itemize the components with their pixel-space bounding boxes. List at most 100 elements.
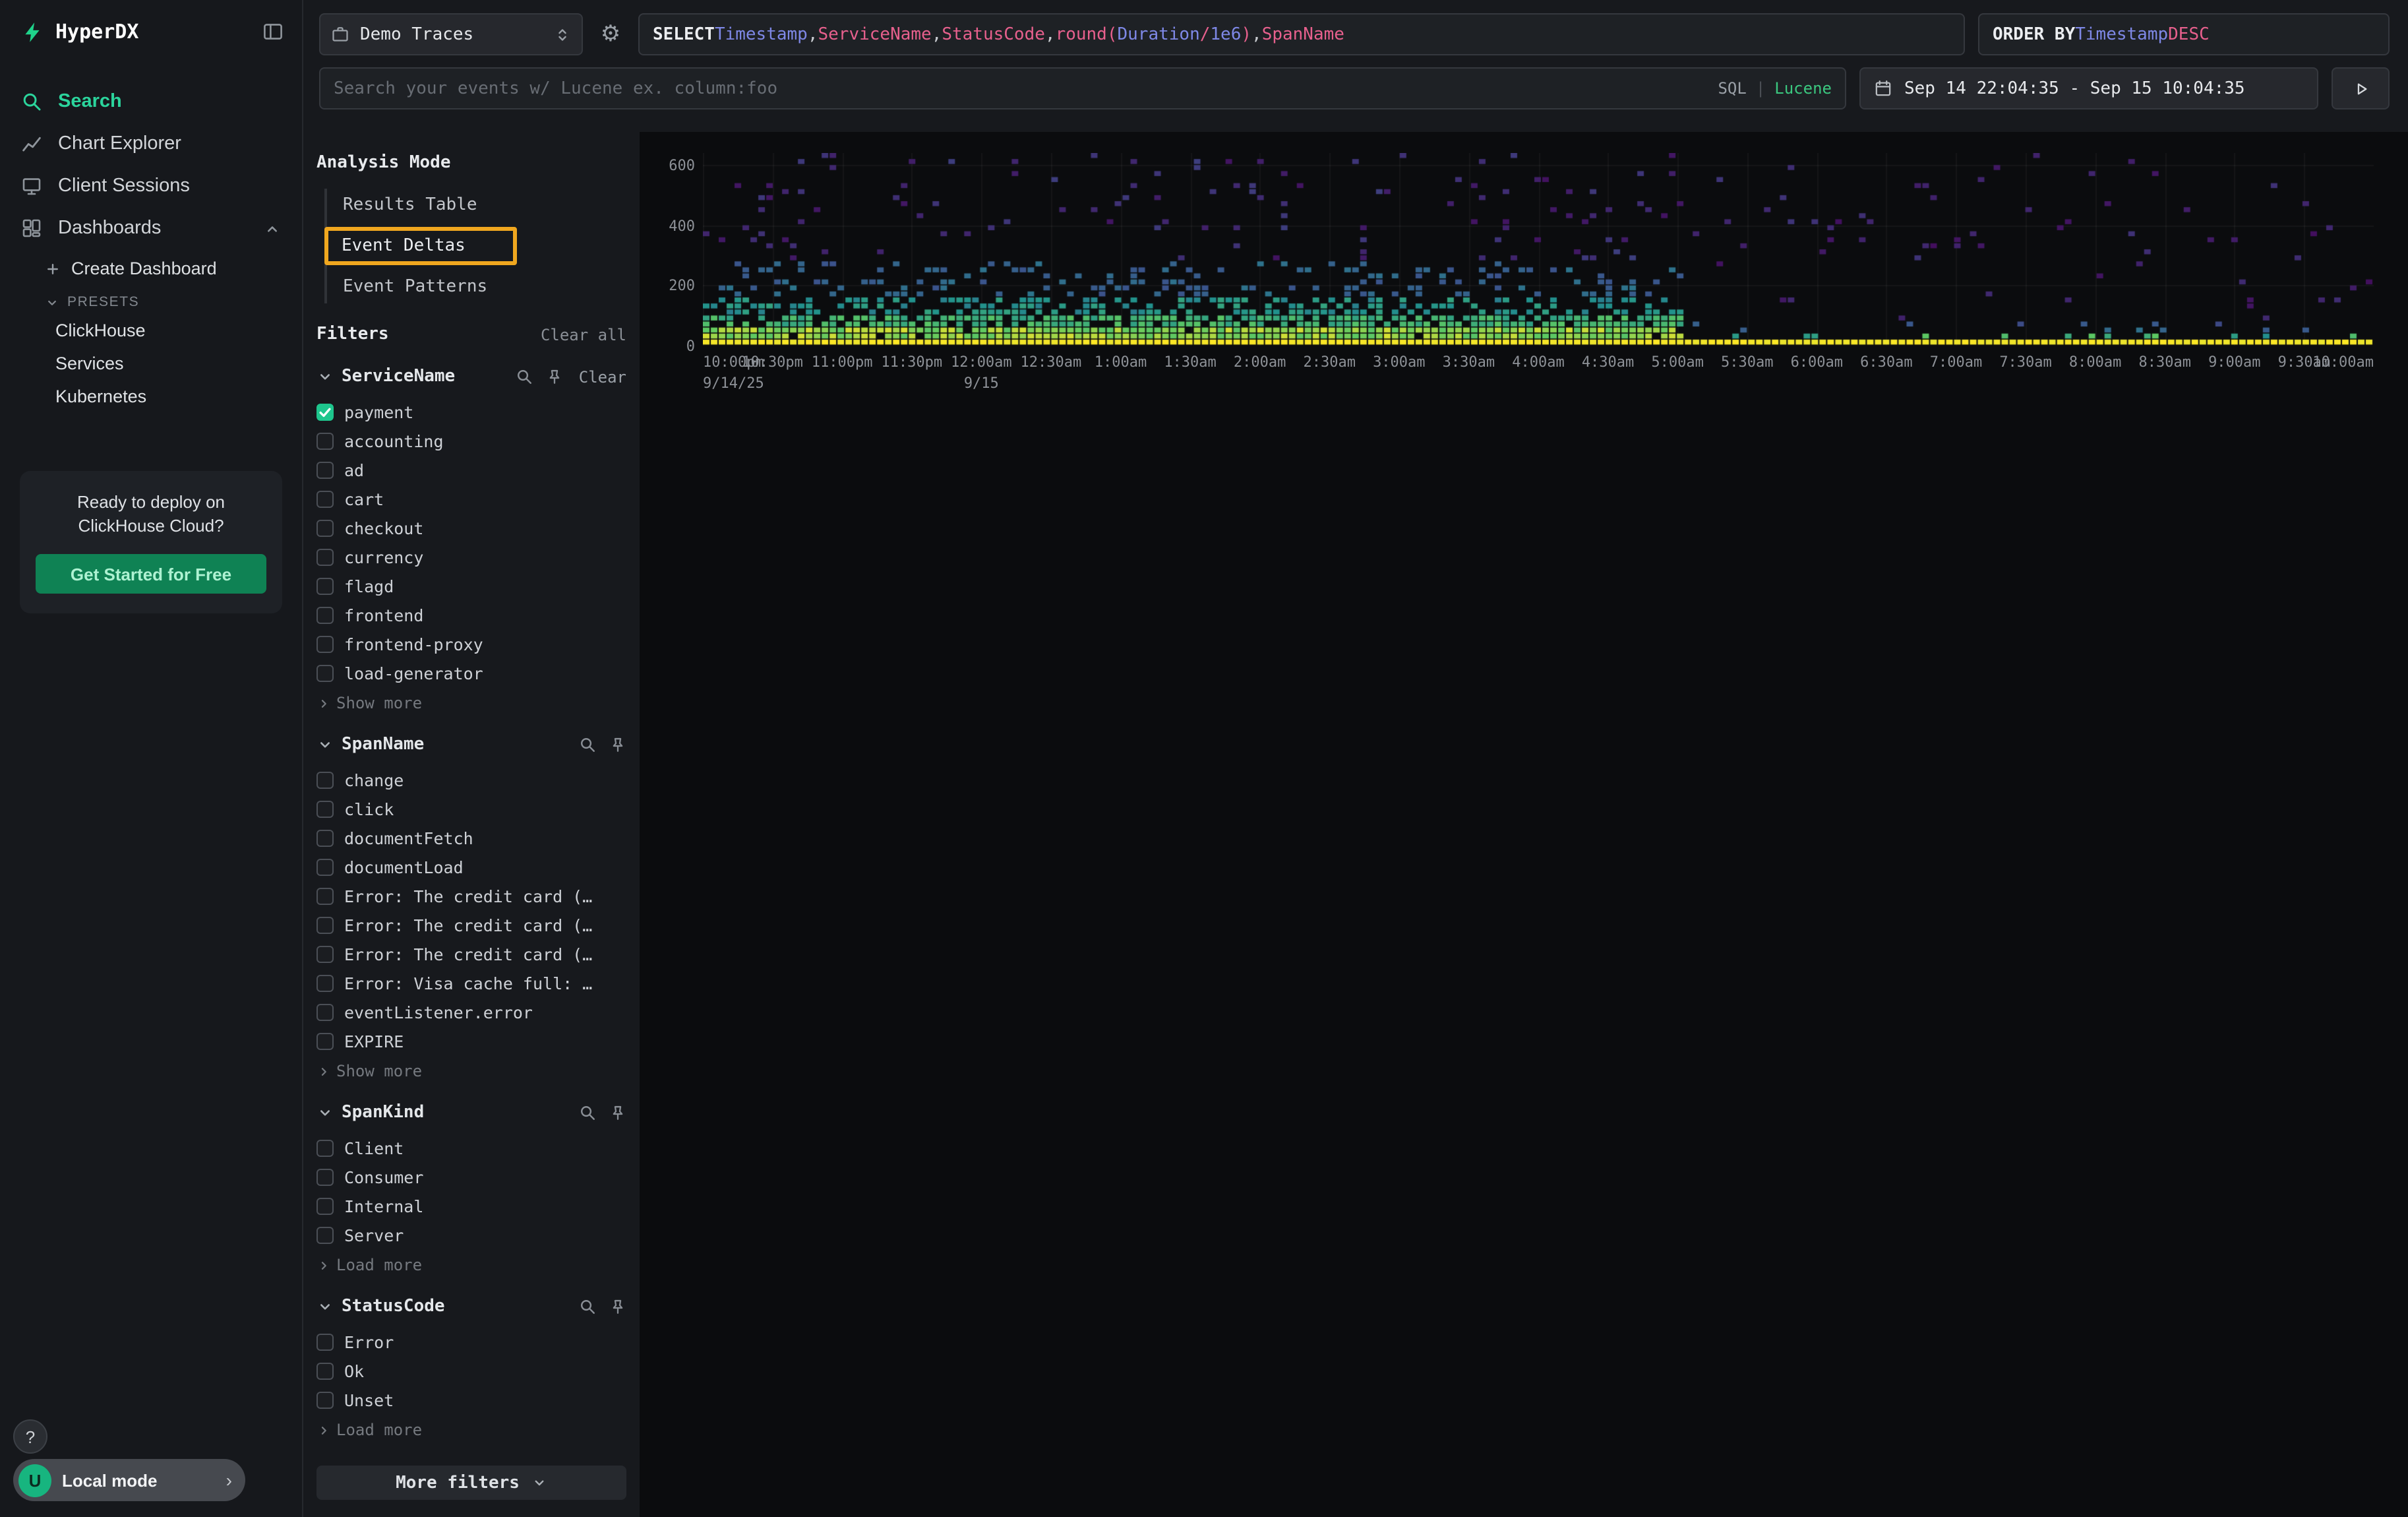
pin-icon[interactable] bbox=[609, 1104, 626, 1121]
analysis-mode-event-deltas[interactable]: Event Deltas bbox=[324, 227, 517, 265]
filter-group-header[interactable]: SpanKind bbox=[316, 1103, 626, 1123]
facet-option-payment[interactable]: payment bbox=[316, 397, 626, 426]
checkbox[interactable] bbox=[316, 1139, 334, 1156]
chevron-down-icon[interactable] bbox=[316, 1104, 334, 1121]
clear-all-button[interactable]: Clear all bbox=[541, 325, 626, 344]
checkbox[interactable] bbox=[316, 461, 334, 478]
checkbox[interactable] bbox=[316, 403, 334, 420]
facet-option-error-visa-cache-full[interactable]: Error: Visa cache full: … bbox=[316, 968, 626, 997]
sidebar-item-search[interactable]: Search bbox=[0, 80, 302, 123]
facet-option-error-the-credit-card[interactable]: Error: The credit card (… bbox=[316, 910, 626, 939]
checkbox[interactable] bbox=[316, 1333, 334, 1350]
order-by-editor[interactable]: ORDER BY Timestamp DESC bbox=[1978, 13, 2390, 55]
checkbox[interactable] bbox=[316, 490, 334, 507]
checkbox[interactable] bbox=[316, 1032, 334, 1049]
filter-group-header[interactable]: StatusCode bbox=[316, 1297, 626, 1316]
facet-option-unset[interactable]: Unset bbox=[316, 1385, 626, 1414]
chevron-down-icon[interactable] bbox=[316, 368, 334, 385]
checkbox[interactable] bbox=[316, 945, 334, 962]
create-dashboard-button[interactable]: Create Dashboard bbox=[40, 252, 302, 285]
date-range-picker[interactable]: Sep 14 22:04:35 - Sep 15 10:04:35 bbox=[1859, 67, 2318, 109]
facet-option-documentload[interactable]: documentLoad bbox=[316, 852, 626, 881]
user-menu[interactable]: U Local mode › bbox=[13, 1459, 245, 1501]
language-sql-option[interactable]: SQL bbox=[1718, 79, 1746, 98]
run-query-button[interactable] bbox=[2332, 67, 2390, 109]
facet-option-consumer[interactable]: Consumer bbox=[316, 1162, 626, 1191]
gear-icon[interactable]: ⚙ bbox=[596, 21, 625, 47]
checkbox[interactable] bbox=[316, 800, 334, 817]
facet-search-icon[interactable] bbox=[579, 1104, 596, 1121]
sidebar-item-clickhouse[interactable]: ClickHouse bbox=[40, 314, 302, 347]
more-filters-button[interactable]: More filters bbox=[316, 1466, 626, 1500]
checkbox[interactable] bbox=[316, 1226, 334, 1243]
language-lucene-option[interactable]: Lucene bbox=[1774, 79, 1832, 98]
search-input[interactable] bbox=[334, 78, 1707, 98]
facet-option-checkout[interactable]: checkout bbox=[316, 513, 626, 542]
facet-option-expire[interactable]: EXPIRE bbox=[316, 1026, 626, 1055]
facet-option-documentfetch[interactable]: documentFetch bbox=[316, 823, 626, 852]
checkbox[interactable] bbox=[316, 1391, 334, 1408]
show-more-button[interactable]: Show more bbox=[316, 694, 626, 712]
checkbox[interactable] bbox=[316, 577, 334, 594]
checkbox[interactable] bbox=[316, 771, 334, 788]
analysis-mode-event-patterns[interactable]: Event Patterns bbox=[327, 270, 626, 303]
checkbox[interactable] bbox=[316, 548, 334, 565]
brand-name[interactable]: HyperDX bbox=[55, 20, 251, 44]
checkbox[interactable] bbox=[316, 858, 334, 875]
chevron-down-icon[interactable] bbox=[316, 1298, 334, 1315]
facet-search-icon[interactable] bbox=[516, 368, 533, 385]
facet-search-icon[interactable] bbox=[579, 736, 596, 753]
pin-icon[interactable] bbox=[546, 368, 563, 385]
facet-option-load-generator[interactable]: load-generator bbox=[316, 658, 626, 687]
chevron-up-icon[interactable] bbox=[264, 220, 281, 237]
checkbox[interactable] bbox=[316, 1003, 334, 1020]
checkbox[interactable] bbox=[316, 887, 334, 904]
sidebar-item-client-sessions[interactable]: Client Sessions bbox=[0, 165, 302, 207]
facet-option-client[interactable]: Client bbox=[316, 1133, 626, 1162]
checkbox[interactable] bbox=[316, 829, 334, 846]
sql-select-editor[interactable]: SELECT Timestamp, ServiceName, StatusCod… bbox=[638, 13, 1965, 55]
checkbox[interactable] bbox=[316, 664, 334, 681]
facet-option-change[interactable]: change bbox=[316, 765, 626, 794]
sidebar-item-dashboards[interactable]: Dashboards bbox=[0, 207, 302, 249]
facet-option-click[interactable]: click bbox=[316, 794, 626, 823]
facet-option-frontend[interactable]: frontend bbox=[316, 600, 626, 629]
facet-clear-button[interactable]: Clear bbox=[579, 367, 626, 386]
facet-option-accounting[interactable]: accounting bbox=[316, 426, 626, 455]
presets-section-toggle[interactable]: PRESETS bbox=[40, 285, 302, 314]
filter-group-header[interactable]: ServiceNameClear bbox=[316, 367, 626, 387]
sidebar-item-kubernetes[interactable]: Kubernetes bbox=[40, 380, 302, 413]
checkbox[interactable] bbox=[316, 974, 334, 991]
collapse-sidebar-icon[interactable] bbox=[262, 21, 284, 42]
show-more-button[interactable]: Show more bbox=[316, 1062, 626, 1080]
facet-option-frontend-proxy[interactable]: frontend-proxy bbox=[316, 629, 626, 658]
facet-option-ad[interactable]: ad bbox=[316, 455, 626, 484]
checkbox[interactable] bbox=[316, 1168, 334, 1185]
source-select[interactable]: Demo Traces bbox=[319, 13, 583, 55]
facet-option-server[interactable]: Server bbox=[316, 1220, 626, 1249]
facet-option-flagd[interactable]: flagd bbox=[316, 571, 626, 600]
pin-icon[interactable] bbox=[609, 1298, 626, 1315]
checkbox[interactable] bbox=[316, 1362, 334, 1379]
sidebar-item-chart-explorer[interactable]: Chart Explorer bbox=[0, 123, 302, 165]
checkbox[interactable] bbox=[316, 635, 334, 652]
help-button[interactable]: ? bbox=[13, 1419, 47, 1454]
facet-option-error-the-credit-card[interactable]: Error: The credit card (… bbox=[316, 881, 626, 910]
sidebar-item-services[interactable]: Services bbox=[40, 347, 302, 380]
checkbox[interactable] bbox=[316, 432, 334, 449]
facet-option-error-the-credit-card[interactable]: Error: The credit card (… bbox=[316, 939, 626, 968]
heatmap-canvas[interactable] bbox=[703, 153, 2374, 346]
pin-icon[interactable] bbox=[609, 736, 626, 753]
facet-option-internal[interactable]: Internal bbox=[316, 1191, 626, 1220]
analysis-mode-results-table[interactable]: Results Table bbox=[327, 189, 626, 222]
chevron-down-icon[interactable] bbox=[316, 736, 334, 753]
filter-group-header[interactable]: SpanName bbox=[316, 735, 626, 755]
checkbox[interactable] bbox=[316, 606, 334, 623]
load-more-button[interactable]: Load more bbox=[316, 1256, 626, 1274]
checkbox[interactable] bbox=[316, 916, 334, 933]
facet-option-error[interactable]: Error bbox=[316, 1327, 626, 1356]
facet-option-ok[interactable]: Ok bbox=[316, 1356, 626, 1385]
facet-option-cart[interactable]: cart bbox=[316, 484, 626, 513]
facet-option-currency[interactable]: currency bbox=[316, 542, 626, 571]
facet-search-icon[interactable] bbox=[579, 1298, 596, 1315]
